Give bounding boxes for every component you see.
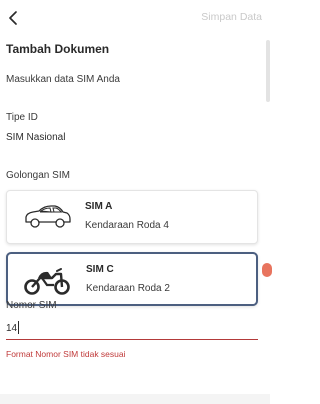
sim-c-description: Kendaraan Roda 2 [86,283,170,294]
floating-handle[interactable] [262,263,272,277]
golongan-sim-label: Golongan SIM [6,170,70,181]
bottom-bar [0,394,270,404]
tipe-id-label: Tipe ID [6,112,38,123]
chevron-left-icon[interactable] [5,8,23,28]
nomor-sim-field: Format Nomor SIM tidak sesuai [6,318,258,370]
scrollbar[interactable] [266,40,270,102]
app-header: Simpan Data [0,0,270,36]
sim-a-title: SIM A [85,201,113,212]
tipe-id-value: SIM Nasional [6,132,66,143]
nomor-sim-label: Nomor SIM [6,300,57,311]
page-subtitle: Masukkan data SIM Anda [6,74,120,85]
nomor-sim-underline [6,339,258,340]
sim-c-option-card[interactable]: SIM C Kendaraan Roda 2 [6,252,258,306]
page-title: Tambah Dokumen [6,42,110,56]
text-cursor [18,321,19,334]
nomor-sim-error: Format Nomor SIM tidak sesuai [6,349,126,359]
motorcycle-icon [24,268,70,295]
sim-c-title: SIM C [86,264,114,275]
car-icon [25,205,71,228]
sim-a-description: Kendaraan Roda 4 [85,220,169,231]
nomor-sim-input[interactable] [6,318,256,338]
save-data-button[interactable]: Simpan Data [201,11,262,23]
sim-a-option-card[interactable]: SIM A Kendaraan Roda 4 [6,190,258,244]
